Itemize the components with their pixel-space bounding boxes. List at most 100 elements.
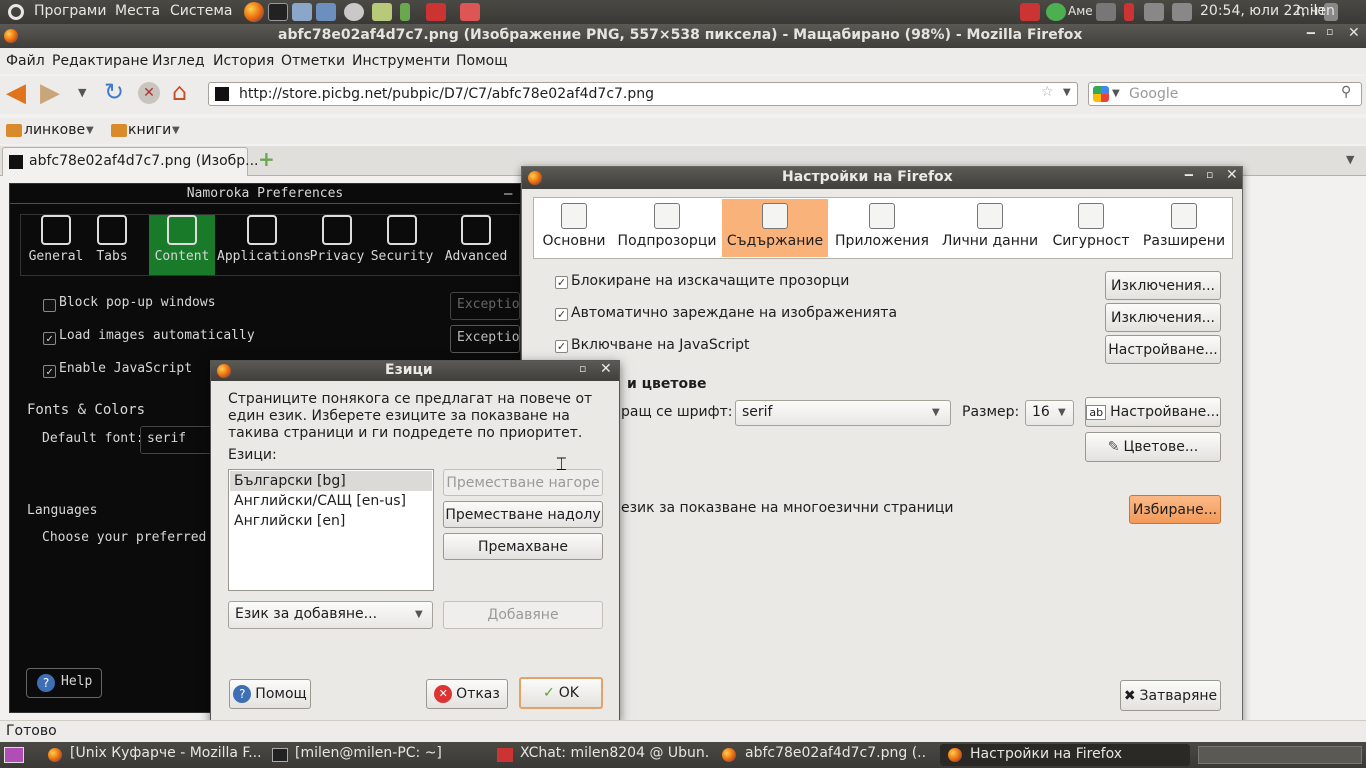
menu-help[interactable]: Помощ [456,53,507,69]
firefox-launcher-icon[interactable] [244,2,264,22]
prefs-tab-tabs[interactable]: Подпрозорци [614,199,720,257]
cancel-button[interactable]: ✕ Отказ [426,679,508,709]
reload-icon[interactable]: ↻ [104,78,124,106]
lang-close-button[interactable]: ✕ [600,361,612,377]
enable-js-checkbox[interactable]: ✓ [555,340,568,353]
search-input[interactable]: Google [1129,86,1178,102]
prefs-tab-content[interactable]: Съдържание [722,199,828,257]
prefs-maximize-button[interactable]: ▫ [1206,168,1213,181]
tab-title: abfc78e02af4d7c7.png (Изобр... [29,153,259,169]
tab-list-icon[interactable]: ▼ [1346,153,1354,166]
printer-launcher-icon[interactable] [460,3,480,21]
language-list[interactable]: Български [bg] Английски/САЩ [en-us] Анг… [228,469,434,591]
task-prefs-active[interactable]: Настройки на Firefox [940,744,1190,766]
antenna-launcher-icon[interactable] [400,3,410,21]
menu-bookmarks[interactable]: Отметки [281,53,345,69]
remove-button[interactable]: Премахване [443,533,603,560]
namoroka-tab-privacy: Privacy [309,215,365,275]
prefs-tab-security[interactable]: Сигурност [1046,199,1136,257]
search-icon[interactable]: ⚲ [1341,84,1351,100]
prefs-tab-applications[interactable]: Приложения [830,199,934,257]
new-tab-icon[interactable]: + [258,147,275,171]
move-down-button[interactable]: Преместване надолу [443,501,603,528]
url-dropdown-icon[interactable]: ▼ [1063,87,1071,98]
terminal-launcher-icon[interactable] [268,3,288,21]
menu-history[interactable]: История [213,53,274,69]
user-name[interactable]: milen [1296,3,1335,19]
workspace-switcher[interactable] [1198,746,1362,764]
task-firefox-image[interactable]: abfc78e02af4d7c7.png (... [745,745,925,765]
screen-launcher-icon[interactable] [292,3,312,21]
prefs-minimize-button[interactable]: ‒ [1184,167,1194,183]
move-up-button[interactable]: Преместване нагоре [443,469,603,496]
font-size-select[interactable]: 16 ▼ [1025,400,1074,426]
namoroka-enable-js-label: Enable JavaScript [59,361,193,376]
window-title: abfc78e02af4d7c7.png (Изображение PNG, 5… [278,27,1083,43]
js-advanced-button[interactable]: Настройване... [1105,335,1221,364]
default-font-value: serif [742,404,773,420]
home-icon[interactable]: ⌂ [172,78,187,106]
task-terminal[interactable]: [milen@milen-PC: ~] [295,745,465,765]
history-dropdown-icon[interactable]: ▼ [78,86,86,99]
battery-icon[interactable] [1124,3,1134,21]
back-icon[interactable]: ◀ [6,78,26,108]
block-popups-checkbox[interactable]: ✓ [555,276,568,289]
menu-view[interactable]: Изглед [152,53,205,69]
maximize-button[interactable]: ▫ [1326,25,1333,38]
volume-icon[interactable] [1172,3,1192,21]
font-advanced-button[interactable]: ab Настройване... [1085,397,1221,427]
task-unix-briefcase[interactable]: [Unix Куфарче - Mozilla F... [70,745,260,765]
lang-help-button[interactable]: ? Помощ [229,679,311,709]
namoroka-help-button: ? Help [26,668,102,698]
task-xchat[interactable]: XChat: milen8204 @ Ubun... [520,745,710,765]
disc-launcher-icon[interactable] [344,3,364,21]
colors-button[interactable]: ✎ Цветове... [1085,432,1221,462]
ok-button[interactable]: ✓ OK [519,677,603,709]
list-item-bg[interactable]: Български [bg] [230,471,432,491]
stop-icon[interactable]: ✕ [138,82,160,104]
prefs-tab-privacy[interactable]: Лични данни [936,199,1044,257]
url-bar[interactable]: http://store.picbg.net/pubpic/D7/C7/abfc… [208,82,1078,106]
tab-image[interactable]: abfc78e02af4d7c7.png (Изобр... [2,147,259,176]
load-images-checkbox[interactable]: ✓ [555,308,568,321]
xchat-tray-icon[interactable] [1020,3,1040,21]
choose-languages-button[interactable]: Избиране... [1129,495,1221,524]
gear-icon [1171,203,1197,229]
list-item-en-us[interactable]: Английски/САЩ [en-us] [230,491,432,511]
menu-system[interactable]: Система [170,3,232,19]
search-engine-dropdown-icon[interactable]: ▼ [1112,88,1120,99]
default-font-select[interactable]: serif ▼ [735,400,951,426]
search-bar[interactable]: ▼ Google ⚲ [1088,82,1362,106]
network-icon[interactable] [1096,3,1116,21]
prefs-tab-main[interactable]: Основни [536,199,612,257]
bookmark-folder-books[interactable]: книги [128,122,171,138]
lang-maximize-button[interactable]: ▫ [579,362,586,375]
google-icon[interactable] [1093,86,1109,102]
xchat-launcher-icon[interactable] [426,3,446,21]
add-button[interactable]: Добавяне [443,601,603,629]
monitor-launcher-icon[interactable] [316,3,336,21]
menu-edit[interactable]: Редактиране [52,53,148,69]
bookmark-folder-links[interactable]: линкове [24,122,85,138]
menu-places[interactable]: Места [115,3,160,19]
forward-icon[interactable]: ▶ [40,78,60,108]
list-item-en[interactable]: Английски [en] [230,511,432,531]
check-tray-icon[interactable] [1046,3,1066,21]
menu-file[interactable]: Файл [6,53,45,69]
popup-exceptions-button[interactable]: Изключения... [1105,271,1221,300]
close-button[interactable]: ✕ [1348,25,1360,41]
prefs-tab-advanced[interactable]: Разширени [1136,199,1232,257]
url-text[interactable]: http://store.picbg.net/pubpic/D7/C7/abfc… [239,86,654,102]
menu-tools[interactable]: Инструменти [352,53,450,69]
add-language-select[interactable]: Език за добавяне... ▼ [228,601,433,629]
show-desktop-icon[interactable] [4,747,24,763]
image-exceptions-button[interactable]: Изключения... [1105,303,1221,332]
ubuntu-logo-icon[interactable] [8,4,24,20]
mail-icon[interactable] [1144,3,1164,21]
download-launcher-icon[interactable] [372,3,392,21]
bookmark-star-icon[interactable]: ☆ [1041,84,1054,100]
prefs-close-dialog-button[interactable]: ✖ Затваряне [1120,680,1221,711]
prefs-close-button[interactable]: ✕ [1226,167,1238,183]
minimize-button[interactable]: ‒ [1306,25,1316,41]
menu-programs[interactable]: Програми [34,3,106,19]
